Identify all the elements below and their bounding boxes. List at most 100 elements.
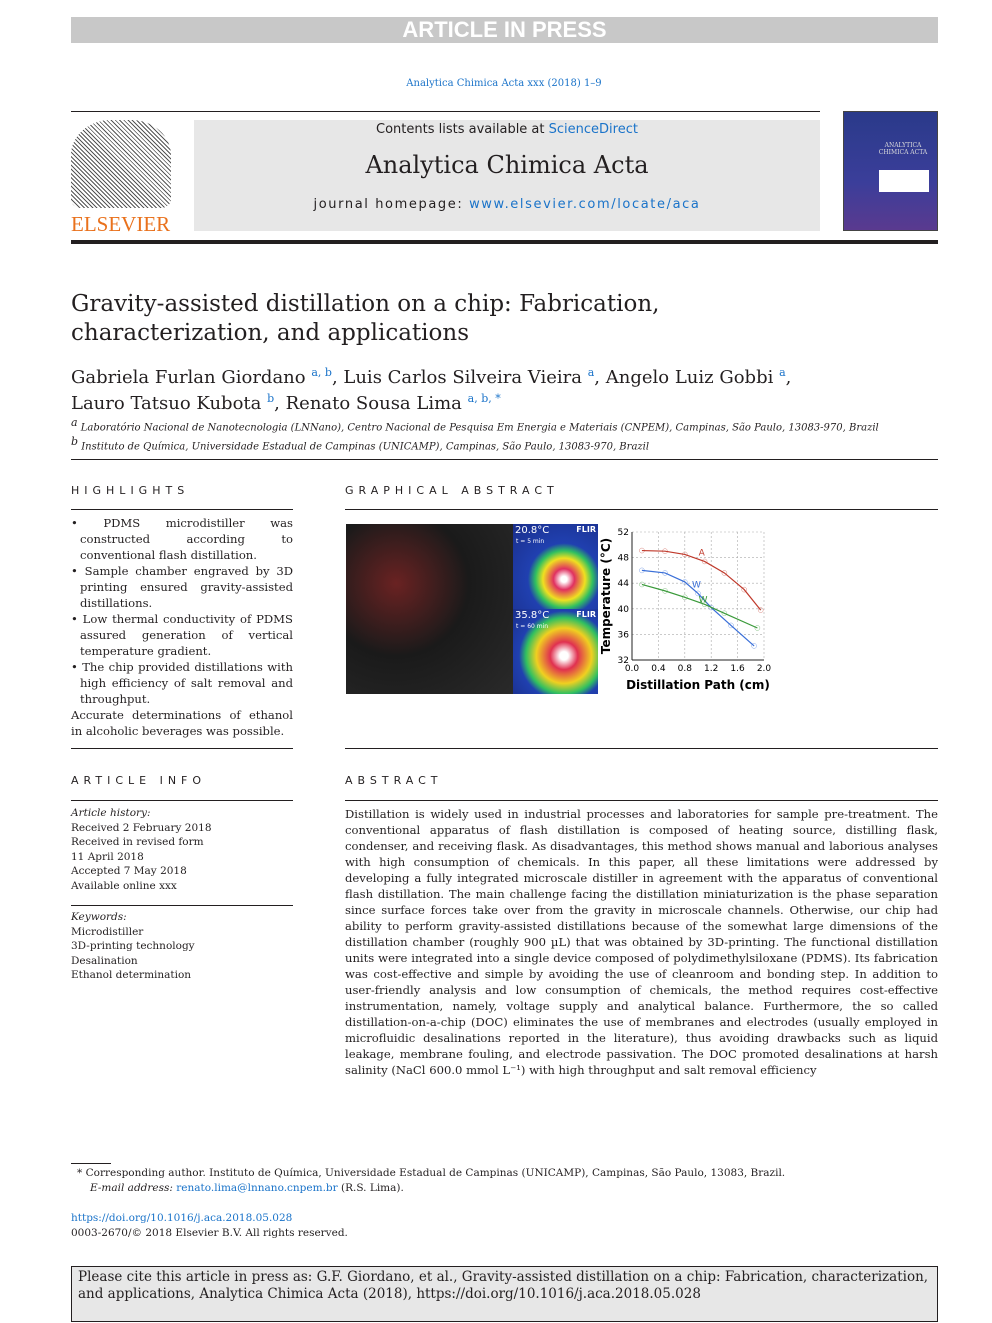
y-tick-label: 48 <box>618 554 630 564</box>
x-tick-label: 0.4 <box>651 664 666 674</box>
divider <box>71 800 293 801</box>
footnote-text: Corresponding author. Instituto de Quími… <box>85 1167 786 1179</box>
divider <box>71 748 293 749</box>
affiliations: a Laboratório Nacional de Nanotecnologia… <box>71 416 879 455</box>
homepage-prefix: journal homepage: <box>313 197 470 212</box>
series-label: A <box>699 548 706 558</box>
footnote-mark: * <box>77 1167 83 1179</box>
keywords-label: Keywords: <box>71 911 127 923</box>
separator: , <box>274 393 286 414</box>
article-in-press-banner: ARTICLE IN PRESS <box>71 17 938 43</box>
keywords: Keywords: Microdistiller 3D-printing tec… <box>71 910 195 983</box>
divider <box>345 800 938 801</box>
cover-title: ANALYTICA CHIMICA ACTA <box>878 142 928 156</box>
separator: , <box>785 367 792 388</box>
affiliation-text: Laboratório Nacional de Nanotecnologia (… <box>80 422 879 434</box>
affiliation-mark[interactable]: a, b, * <box>468 392 501 405</box>
elsevier-logo: ELSEVIER <box>71 120 171 236</box>
thermal-time: t = 60 min <box>516 623 549 630</box>
author[interactable]: Gabriela Furlan Giordano <box>71 367 306 388</box>
article-info-heading: ARTICLE INFO <box>71 774 207 787</box>
thermal-temp: 35.8°C <box>515 610 550 621</box>
homepage-line: journal homepage: www.elsevier.com/locat… <box>194 197 820 212</box>
article-title: Gravity-assisted distillation on a chip:… <box>71 291 660 346</box>
flir-logo: FLIR <box>576 525 596 534</box>
abstract-text: Distillation is widely used in industria… <box>345 807 938 1077</box>
email-link[interactable]: renato.lima@lnnano.cnpem.br <box>176 1182 337 1194</box>
affiliation-mark: a <box>71 416 78 429</box>
highlights-list: PDMS microdistiller was constructed acco… <box>71 515 293 739</box>
affiliation-mark: b <box>71 435 79 449</box>
y-tick-label: 36 <box>618 630 630 640</box>
affiliation: b Instituto de Química, Universidade Est… <box>71 435 879 454</box>
affiliation-text: Instituto de Química, Universidade Estad… <box>81 441 650 453</box>
doi-link[interactable]: https://doi.org/10.1016/j.aca.2018.05.02… <box>71 1212 292 1224</box>
divider <box>71 1163 111 1164</box>
divider <box>71 111 820 112</box>
contents-line: Contents lists available at ScienceDirec… <box>194 122 820 137</box>
divider <box>71 509 293 510</box>
keyword: Desalination <box>71 954 138 967</box>
journal-title: Analytica Chimica Acta <box>365 151 649 179</box>
journal-citation-link[interactable]: Analytica Chimica Acta xxx (2018) 1–9 <box>0 78 992 89</box>
journal-header: Contents lists available at ScienceDirec… <box>194 120 820 231</box>
history-item: Received 2 February 2018 <box>71 821 212 834</box>
history-item: Accepted 7 May 2018 <box>71 865 187 877</box>
series-label: W <box>692 580 701 590</box>
contents-prefix: Contents lists available at <box>376 122 549 137</box>
separator: , <box>331 367 344 388</box>
homepage-link[interactable]: www.elsevier.com/locate/aca <box>469 197 700 212</box>
email-label: E-mail address: <box>90 1182 177 1194</box>
y-tick-label: 44 <box>618 579 630 589</box>
keyword: 3D-printing technology <box>71 940 195 952</box>
series-line <box>641 583 758 629</box>
elsevier-wordmark: ELSEVIER <box>71 212 171 236</box>
doi-block: https://doi.org/10.1016/j.aca.2018.05.02… <box>71 1211 348 1241</box>
y-tick-label: 52 <box>618 528 629 538</box>
x-axis-label: Distillation Path (cm) <box>626 678 770 692</box>
keyword: Ethanol determination <box>71 969 192 981</box>
copyright: 0003-2670/© 2018 Elsevier B.V. All right… <box>71 1227 348 1239</box>
thermal-time: t = 5 min <box>516 538 545 545</box>
thermal-temp: 20.8°C <box>515 525 550 536</box>
highlight-item: The chip provided distillations with hig… <box>71 659 293 707</box>
cover-figure <box>879 170 929 192</box>
history-item: 11 April 2018 <box>71 850 144 863</box>
temperature-chart: 0.0 0.4 0.8 1.2 1.6 2.0323640444852Distillati… <box>599 528 772 692</box>
tree-icon <box>71 120 171 208</box>
x-tick-label: 1.6 <box>730 664 745 674</box>
abstract-heading: ABSTRACT <box>345 774 443 787</box>
affiliation: a Laboratório Nacional de Nanotecnologia… <box>71 416 879 435</box>
x-tick-label: 1.2 <box>704 664 718 674</box>
sciencedirect-link[interactable]: ScienceDirect <box>549 122 638 137</box>
x-tick-label: 0.8 <box>678 664 693 674</box>
author[interactable]: Lauro Tatsuo Kubota <box>71 393 261 414</box>
corresponding-author-footnote: * Corresponding author. Instituto de Quí… <box>71 1166 785 1196</box>
thermal-image-60min: 35.8°C FLIR t = 60 min <box>513 609 598 694</box>
divider <box>345 509 938 510</box>
y-axis-label: Temperature (°C) <box>599 538 613 654</box>
x-tick-label: 2.0 <box>757 664 772 674</box>
data-point <box>757 607 764 613</box>
author[interactable]: Luis Carlos Silveira Vieira <box>343 367 582 388</box>
divider <box>345 748 938 749</box>
affiliation-mark[interactable]: a, b <box>311 366 332 379</box>
journal-cover: ANALYTICA CHIMICA ACTA <box>843 111 938 231</box>
divider <box>71 240 938 244</box>
highlight-item: Low thermal conductivity of PDMS assured… <box>71 611 293 659</box>
flir-logo: FLIR <box>576 610 596 619</box>
thermal-image-5min: 20.8°C FLIR t = 5 min <box>513 524 598 609</box>
citation-box: Please cite this article in press as: G.… <box>71 1266 938 1322</box>
graphical-abstract-heading: GRAPHICAL ABSTRACT <box>345 484 559 497</box>
highlight-item: Sample chamber engraved by 3D printing e… <box>71 563 293 611</box>
series-label: W <box>699 595 708 605</box>
author[interactable]: Renato Sousa Lima <box>286 393 462 414</box>
history-label: Article history: <box>71 807 151 819</box>
keyword: Microdistiller <box>71 925 144 938</box>
article-history: Article history: Received 2 February 201… <box>71 806 212 893</box>
author[interactable]: Angelo Luiz Gobbi <box>606 367 774 388</box>
author-list: Gabriela Furlan Giordano a, b, Luis Carl… <box>71 362 831 414</box>
highlight-tail: Accurate determinations of ethanol in al… <box>71 708 293 738</box>
highlights-heading: HIGHLIGHTS <box>71 484 190 497</box>
history-item: Available online xxx <box>71 879 177 892</box>
